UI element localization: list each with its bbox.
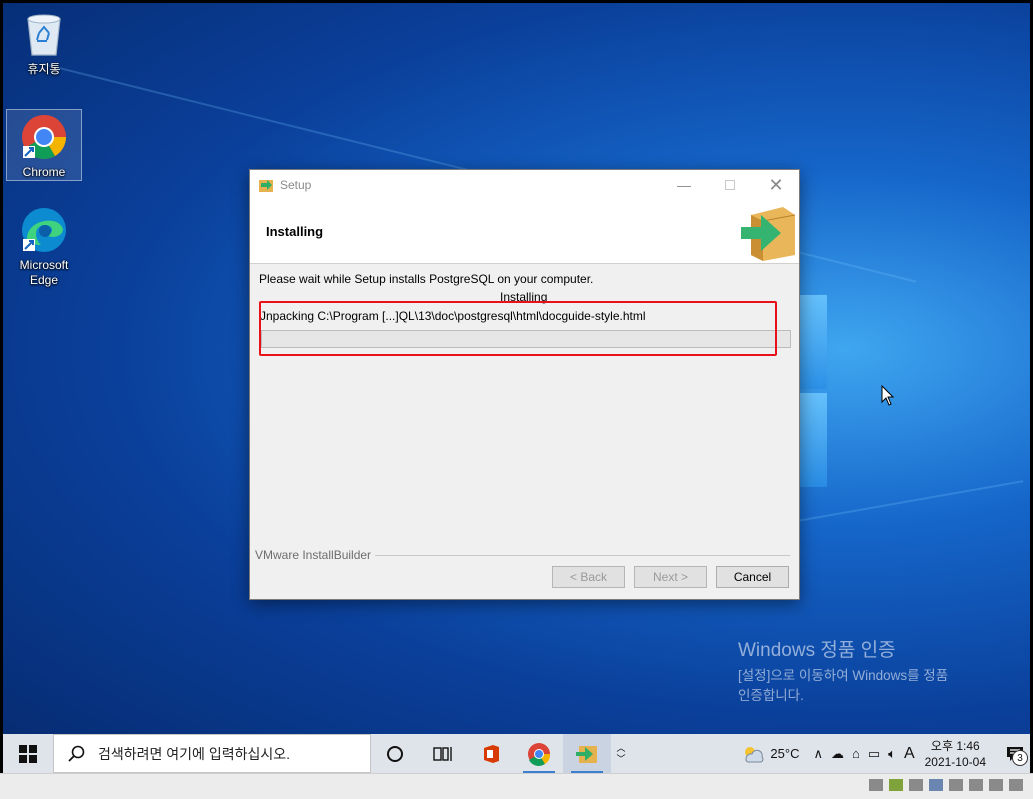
- weather-temp[interactable]: 25°C: [770, 746, 799, 761]
- desktop-icon-label: Chrome: [22, 165, 66, 179]
- search-placeholder: 검색하려면 여기에 입력하십시오.: [98, 745, 290, 762]
- vm-sound-icon[interactable]: [949, 779, 963, 791]
- start-button[interactable]: [3, 734, 53, 773]
- vm-display-icon[interactable]: [929, 779, 943, 791]
- chevron-up-icon: ︿: [616, 742, 626, 753]
- office-icon: [484, 744, 499, 763]
- wait-message: Please wait while Setup installs Postgre…: [259, 272, 594, 286]
- search-icon: [68, 745, 85, 762]
- maximize-icon: [725, 180, 735, 190]
- close-button[interactable]: ✕: [753, 170, 799, 200]
- notification-button[interactable]: 3: [1000, 734, 1030, 773]
- activation-title: Windows 정품 인증: [738, 640, 896, 661]
- page-title: Installing: [266, 224, 324, 239]
- vm-printer-icon[interactable]: [969, 779, 983, 791]
- setup-body: Please wait while Setup installs Postgre…: [250, 264, 799, 600]
- notification-count: 3: [1012, 750, 1028, 766]
- highlight-box: [259, 301, 777, 356]
- vm-network-icon[interactable]: [889, 779, 903, 791]
- desktop-icon-label: 휴지통: [27, 62, 61, 76]
- vm-message-icon[interactable]: [989, 779, 1003, 791]
- taskbar-chrome[interactable]: [515, 734, 563, 773]
- installer-box-icon: [741, 207, 796, 261]
- system-tray: 25°C ∧ ☁ ⌂ ▭ 🔈︎ A 오후 1:46 2021-10-04 3: [742, 734, 1030, 773]
- activation-watermark: Windows 정품 인증 [설정]으로 이동하여 Windows를 정품 인증…: [738, 635, 948, 706]
- window-title: Setup: [280, 178, 312, 192]
- taskbar-office[interactable]: [467, 734, 515, 773]
- chrome-icon: [528, 742, 551, 766]
- installer-app-icon: [576, 745, 597, 763]
- vm-hdd-icon[interactable]: [869, 779, 883, 791]
- minimize-icon: —: [677, 177, 691, 193]
- clock-time: 오후 1:46: [930, 738, 980, 753]
- cortana-button[interactable]: [371, 734, 419, 773]
- installer-app-icon: [259, 180, 273, 192]
- mouse-pointer-icon: [881, 385, 895, 406]
- task-view-button[interactable]: [419, 734, 467, 773]
- desktop-icon-recycle-bin[interactable]: 휴지통: [6, 11, 82, 77]
- vm-device-icons: [869, 779, 1023, 791]
- task-view-icon: [433, 746, 452, 761]
- desktop-icon-edge[interactable]: Microsoft Edge: [6, 207, 82, 288]
- windows-logo-pane: [799, 393, 827, 487]
- maximize-button[interactable]: [707, 170, 753, 200]
- back-button[interactable]: < Back: [552, 566, 625, 588]
- windows-logo-pane: [799, 295, 827, 389]
- setup-window: Setup — ✕ Installing Please wait while S…: [249, 169, 800, 600]
- taskbar-installer[interactable]: [563, 734, 611, 773]
- activation-line: [설정]으로 이동하여 Windows를 정품: [738, 668, 949, 683]
- taskbar: 검색하려면 여기에 입력하십시오. ︿ ﹀ 25°C ∧ ☁ ⌂ ▭ 🔈︎ A …: [3, 734, 1030, 773]
- taskbar-search[interactable]: 검색하려면 여기에 입력하십시오.: [53, 734, 371, 773]
- chrome-icon: [22, 115, 66, 159]
- vm-usb-icon[interactable]: [909, 779, 923, 791]
- brand-label: VMware InstallBuilder: [255, 548, 376, 562]
- weather-icon[interactable]: [742, 745, 764, 763]
- desktop-icon-chrome[interactable]: Chrome: [6, 109, 82, 181]
- cortana-icon: [387, 745, 403, 762]
- recycle-bin-icon: [27, 14, 61, 56]
- setup-titlebar[interactable]: Setup — ✕: [250, 170, 799, 200]
- chevron-down-icon: ﹀: [616, 753, 626, 764]
- clock-date: 2021-10-04: [924, 754, 986, 769]
- vm-status-bar: [0, 773, 1033, 799]
- meet-now-icon[interactable]: ⌂: [852, 746, 860, 761]
- close-icon: ✕: [768, 174, 784, 195]
- cancel-button[interactable]: Cancel: [716, 566, 789, 588]
- clock[interactable]: 오후 1:46 2021-10-04: [925, 738, 986, 770]
- minimize-button[interactable]: —: [661, 170, 707, 200]
- ime-indicator[interactable]: A: [904, 745, 915, 763]
- desktop: 휴지통 Chrome Microsoft Edge Setup — ✕ Inst…: [3, 3, 1030, 773]
- onedrive-icon[interactable]: ☁: [831, 746, 844, 762]
- network-icon[interactable]: ▭: [868, 746, 880, 762]
- taskbar-scroll[interactable]: ︿ ﹀: [611, 734, 631, 773]
- setup-footer: VMware InstallBuilder < Back Next > Canc…: [250, 548, 799, 600]
- activation-line: 인증합니다.: [738, 688, 804, 703]
- chevron-up-icon[interactable]: ∧: [813, 746, 823, 762]
- desktop-icon-label: Microsoft Edge: [19, 258, 69, 287]
- setup-header: Installing: [250, 200, 799, 264]
- vm-cd-icon[interactable]: [1009, 779, 1023, 791]
- edge-icon: [22, 208, 66, 252]
- volume-icon[interactable]: 🔈︎: [888, 746, 896, 762]
- next-button[interactable]: Next >: [634, 566, 707, 588]
- windows-start-icon: [19, 744, 37, 763]
